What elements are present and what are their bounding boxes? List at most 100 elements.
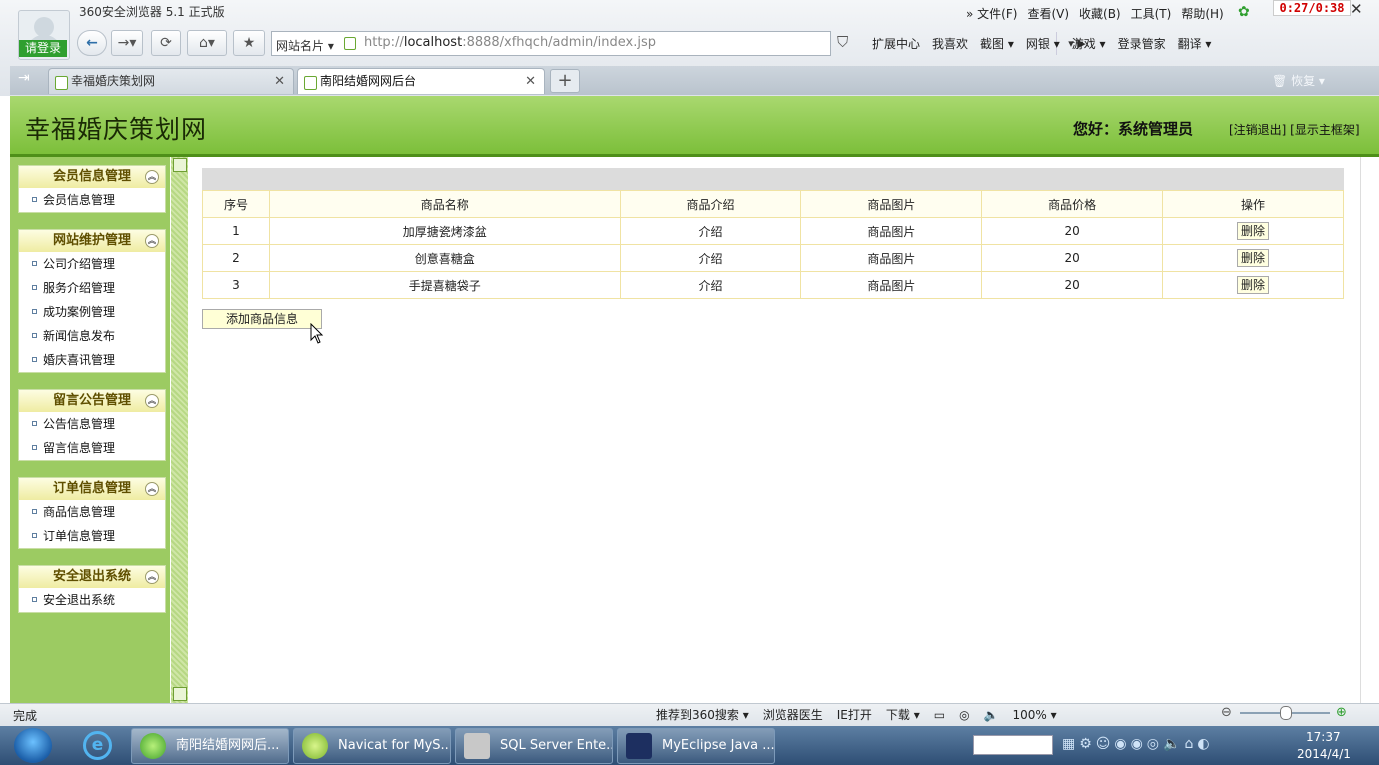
shield-icon[interactable]: ⛉ <box>837 33 848 51</box>
menu-help[interactable]: 帮助(H) <box>1181 7 1223 21</box>
login-manager-button[interactable]: 登录管家 <box>1118 37 1166 51</box>
favorite-star-icon[interactable]: ★ <box>233 30 265 56</box>
delete-button[interactable]: 删除 <box>1237 276 1270 294</box>
task-sql-server[interactable]: SQL Server Ente... <box>455 728 613 764</box>
start-button-icon[interactable] <box>14 728 52 763</box>
cell-intro-link[interactable]: 介绍 <box>619 217 802 245</box>
online-bank-button[interactable]: 网银 ▾ <box>1026 37 1060 51</box>
task-myeclipse[interactable]: MyEclipse Java ... <box>617 728 775 764</box>
collapse-chevron-icon[interactable]: ︽ <box>145 394 159 408</box>
sidebar-item-guestbook[interactable]: 留言信息管理 <box>19 436 165 460</box>
zoom-level[interactable]: 100% ▾ <box>1013 708 1057 722</box>
skin-icon[interactable]: ✿ <box>1238 4 1250 20</box>
mouse-cursor-icon <box>310 323 324 344</box>
menu-group-header[interactable]: 留言公告管理 ︽ <box>19 390 165 412</box>
add-goods-button[interactable]: 添加商品信息 <box>202 309 322 329</box>
menu-group-site-maintenance: 网站维护管理 ︽ 公司介绍管理 服务介绍管理 成功案例管理 新闻信息发布 婚庆喜讯… <box>18 229 166 373</box>
download-button[interactable]: 下载 ▾ <box>886 708 920 722</box>
site-card-dropdown[interactable]: 网站名片 ▾ <box>276 37 334 54</box>
extension-center-button[interactable]: 扩展中心 <box>872 37 920 51</box>
splitter-handle-icon[interactable] <box>173 158 187 172</box>
volume-icon[interactable]: 🔈 <box>984 708 999 722</box>
collapse-chevron-icon[interactable]: ︽ <box>145 170 159 184</box>
browser-doctor-button[interactable]: 浏览器医生 <box>763 708 823 722</box>
menu-favorites[interactable]: 收藏(B) <box>1079 7 1121 21</box>
cell-action: 删除 <box>1162 244 1344 272</box>
url-text[interactable]: http://localhost:8888/xfhqch/admin/index… <box>364 35 656 50</box>
header-links[interactable]: [注销退出] [显示主框架] <box>1229 121 1360 138</box>
address-bar[interactable]: 网站名片 ▾ http://localhost:8888/xfhqch/admi… <box>271 31 1086 56</box>
sidebar-item-announcements[interactable]: 公告信息管理 <box>19 412 165 436</box>
window-icon[interactable]: ▭ <box>934 708 945 722</box>
zoom-out-icon[interactable]: ⊖ <box>1221 705 1232 720</box>
task-360-browser[interactable]: 南阳结婚网网后... <box>131 728 289 764</box>
sidebar-item-wedding-news[interactable]: 婚庆喜讯管理 <box>19 348 165 372</box>
back-button[interactable]: ← <box>77 30 107 56</box>
menu-group-header[interactable]: 订单信息管理 ︽ <box>19 478 165 500</box>
menu-group-orders: 订单信息管理 ︽ 商品信息管理 订单信息管理 <box>18 477 166 549</box>
cell-intro-link[interactable]: 介绍 <box>619 244 802 272</box>
menu-tools[interactable]: 工具(T) <box>1131 7 1172 21</box>
delete-button[interactable]: 删除 <box>1237 222 1270 240</box>
screenshot-button[interactable]: 截图 ▾ <box>980 37 1014 51</box>
browser-360-icon <box>140 733 166 759</box>
privacy-icon[interactable]: ◎ <box>959 708 969 722</box>
zoom-slider-knob[interactable] <box>1280 706 1292 720</box>
cell-intro-link[interactable]: 介绍 <box>619 271 802 299</box>
delete-button[interactable]: 删除 <box>1237 249 1270 267</box>
status-tools: 推荐到360搜索 ▾ 浏览器医生 IE打开 下载 ▾ ▭ ◎ 🔈 100% ▾ <box>656 706 1071 723</box>
collapse-chevron-icon[interactable]: ︽ <box>145 234 159 248</box>
new-tab-button[interactable]: + <box>550 69 580 93</box>
recommend-360-search-button[interactable]: 推荐到360搜索 ▾ <box>656 708 749 722</box>
my-likes-button[interactable]: 我喜欢 <box>932 37 968 51</box>
sidebar-item-order-info[interactable]: 订单信息管理 <box>19 524 165 548</box>
sidebar-toggle-icon[interactable]: ⇥ <box>18 70 30 86</box>
tab-favicon-icon <box>304 76 317 90</box>
clock-date[interactable]: 2014/4/1 <box>1297 747 1351 761</box>
restore-closed-tabs-button[interactable]: 🗑 恢复 ▾ <box>1272 72 1325 89</box>
cell-image-link[interactable]: 商品图片 <box>800 271 983 299</box>
home-icon[interactable]: ⌂▾ <box>187 30 227 56</box>
tray-search-input[interactable] <box>973 735 1053 755</box>
sidebar-item-news[interactable]: 新闻信息发布 <box>19 324 165 348</box>
vertical-scrollbar[interactable] <box>1360 157 1375 703</box>
task-navicat[interactable]: Navicat for MyS... <box>293 728 451 764</box>
tab-wedding-site[interactable]: 幸福婚庆策划网 ✕ <box>48 68 294 94</box>
zoom-in-icon[interactable]: ⊕ <box>1336 705 1347 720</box>
login-button[interactable]: 请登录 <box>19 40 67 57</box>
sidebar-item-goods-info[interactable]: 商品信息管理 <box>19 500 165 524</box>
sidebar-item-service-intro[interactable]: 服务介绍管理 <box>19 276 165 300</box>
cell-image-link[interactable]: 商品图片 <box>800 244 983 272</box>
col-header-intro: 商品介绍 <box>619 190 802 218</box>
sidebar-item-success-cases[interactable]: 成功案例管理 <box>19 300 165 324</box>
collapse-chevron-icon[interactable]: ︽ <box>145 570 159 584</box>
browser-menubar: » 文件(F) 查看(V) 收藏(B) 工具(T) 帮助(H) <box>966 5 1234 22</box>
menu-group-header[interactable]: 网站维护管理 ︽ <box>19 230 165 252</box>
collapse-chevron-icon[interactable]: ︽ <box>145 482 159 496</box>
cell-image-link[interactable]: 商品图片 <box>800 217 983 245</box>
cell-price: 20 <box>981 244 1164 272</box>
games-button[interactable]: 游戏 ▾ <box>1072 37 1106 51</box>
frame-splitter[interactable] <box>171 157 188 703</box>
system-tray-icons[interactable]: ▦⚙☺◉◉◎🔈⌂◐ <box>1062 736 1214 752</box>
open-in-ie-button[interactable]: IE打开 <box>837 708 872 722</box>
tab-close-icon[interactable]: ✕ <box>274 69 285 94</box>
menu-file[interactable]: » 文件(F) <box>966 7 1017 21</box>
menu-group-header[interactable]: 安全退出系统 ︽ <box>19 566 165 588</box>
sidebar-item-company-intro[interactable]: 公司介绍管理 <box>19 252 165 276</box>
splitter-handle-icon[interactable] <box>173 687 187 701</box>
clock-time[interactable]: 17:37 <box>1306 730 1341 744</box>
forward-button[interactable]: →▾ <box>111 30 143 56</box>
tab-close-icon[interactable]: ✕ <box>525 69 536 94</box>
translate-button[interactable]: 翻译 ▾ <box>1178 37 1212 51</box>
tab-admin-backend[interactable]: 南阳结婚网网后台 ✕ <box>297 68 545 94</box>
sidebar-item-member-info[interactable]: 会员信息管理 <box>19 188 165 212</box>
menu-view[interactable]: 查看(V) <box>1027 7 1069 21</box>
menu-group-header[interactable]: 会员信息管理 ︽ <box>19 166 165 188</box>
menu-group-title: 网站维护管理 <box>52 233 131 248</box>
tab-label: 南阳结婚网网后台 <box>320 74 417 88</box>
refresh-icon[interactable]: ⟳ <box>151 30 181 56</box>
sidebar-item-logout[interactable]: 安全退出系统 <box>19 588 165 612</box>
internet-explorer-icon[interactable]: e <box>83 731 112 760</box>
close-window-icon[interactable]: ✕ <box>1350 0 1363 18</box>
